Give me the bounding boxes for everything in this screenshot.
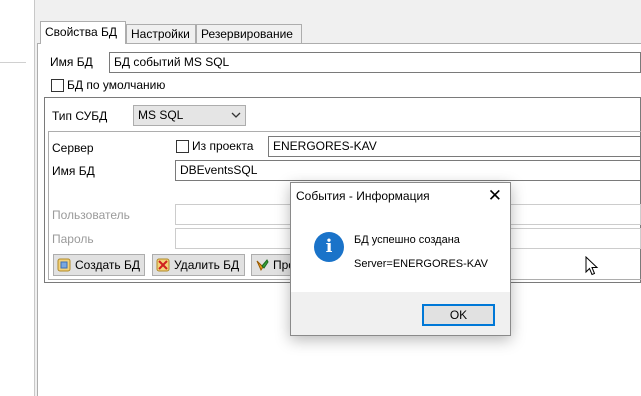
create-db-label: Создать БД: [75, 258, 140, 272]
from-project-checkbox[interactable]: [176, 140, 189, 153]
inner-db-name-label: Имя БД: [52, 164, 95, 178]
dbms-type-label: Тип СУБД: [52, 109, 108, 123]
delete-db-label: Удалить БД: [174, 258, 240, 272]
connection-check-icon: [255, 258, 269, 272]
db-name-field[interactable]: БД событий MS SQL: [109, 52, 641, 73]
db-name-label: Имя БД: [50, 55, 93, 69]
inner-db-name-field[interactable]: DBEventsSQL: [175, 160, 641, 181]
dialog-title: События - Информация: [296, 189, 430, 203]
server-label: Сервер: [52, 141, 94, 155]
from-project-label: Из проекта: [192, 139, 254, 153]
delete-db-button[interactable]: Удалить БД: [152, 254, 245, 276]
password-label: Пароль: [52, 232, 94, 246]
dbms-type-select[interactable]: MS SQL: [133, 105, 246, 126]
left-panel-divider: [0, 62, 26, 63]
chevron-down-icon: [231, 106, 241, 132]
mouse-cursor-icon: [585, 255, 599, 279]
server-field[interactable]: ENERGORES-KAV: [268, 136, 641, 157]
dbms-type-value: MS SQL: [138, 108, 184, 122]
dialog-message-line1: БД успешно создана: [354, 234, 460, 246]
left-panel: [0, 0, 34, 396]
close-icon[interactable]: ✕: [488, 186, 502, 206]
create-db-button[interactable]: Создать БД: [53, 254, 145, 276]
tab-db-properties[interactable]: Свойства БД: [40, 21, 126, 44]
default-db-label: БД по умолчанию: [67, 78, 166, 92]
info-icon: i: [314, 232, 344, 262]
dialog-message-line2: Server=ENERGORES-KAV: [354, 258, 488, 270]
database-create-icon: [57, 258, 71, 272]
tab-settings[interactable]: Настройки: [126, 24, 196, 43]
database-delete-icon: [156, 258, 170, 272]
splitter[interactable]: [34, 0, 35, 396]
user-label: Пользователь: [52, 208, 130, 222]
ok-button[interactable]: OK: [422, 304, 495, 326]
info-dialog: События - Информация ✕ i БД успешно созд…: [290, 182, 511, 336]
default-db-checkbox[interactable]: [51, 79, 64, 92]
tab-backup[interactable]: Резервирование: [196, 24, 302, 43]
